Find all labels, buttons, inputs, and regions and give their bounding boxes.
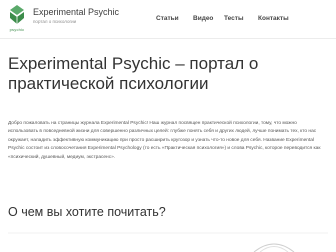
nav-item-video[interactable]: Видео (193, 15, 213, 22)
brand-tagline: портал о психологии (33, 19, 77, 24)
intro-paragraph: Добро пожаловать на страницы журнала Exp… (8, 121, 321, 160)
section-heading: О чем вы хотите почитать? (8, 205, 166, 219)
nav-item-contacts[interactable]: Контакты (258, 15, 289, 22)
site-header: psychic Experimental Psychic портал о пс… (0, 0, 336, 39)
logo-icon[interactable] (8, 4, 26, 26)
page-title: Experimental Psychic – портал о практиче… (8, 54, 259, 93)
brand-title[interactable]: Experimental Psychic (33, 7, 119, 17)
nav-item-tests[interactable]: Тесты (224, 15, 244, 22)
decorative-illustration (253, 243, 295, 252)
nav-item-articles[interactable]: Статьи (156, 15, 179, 22)
logo-text: psychic (9, 27, 25, 32)
